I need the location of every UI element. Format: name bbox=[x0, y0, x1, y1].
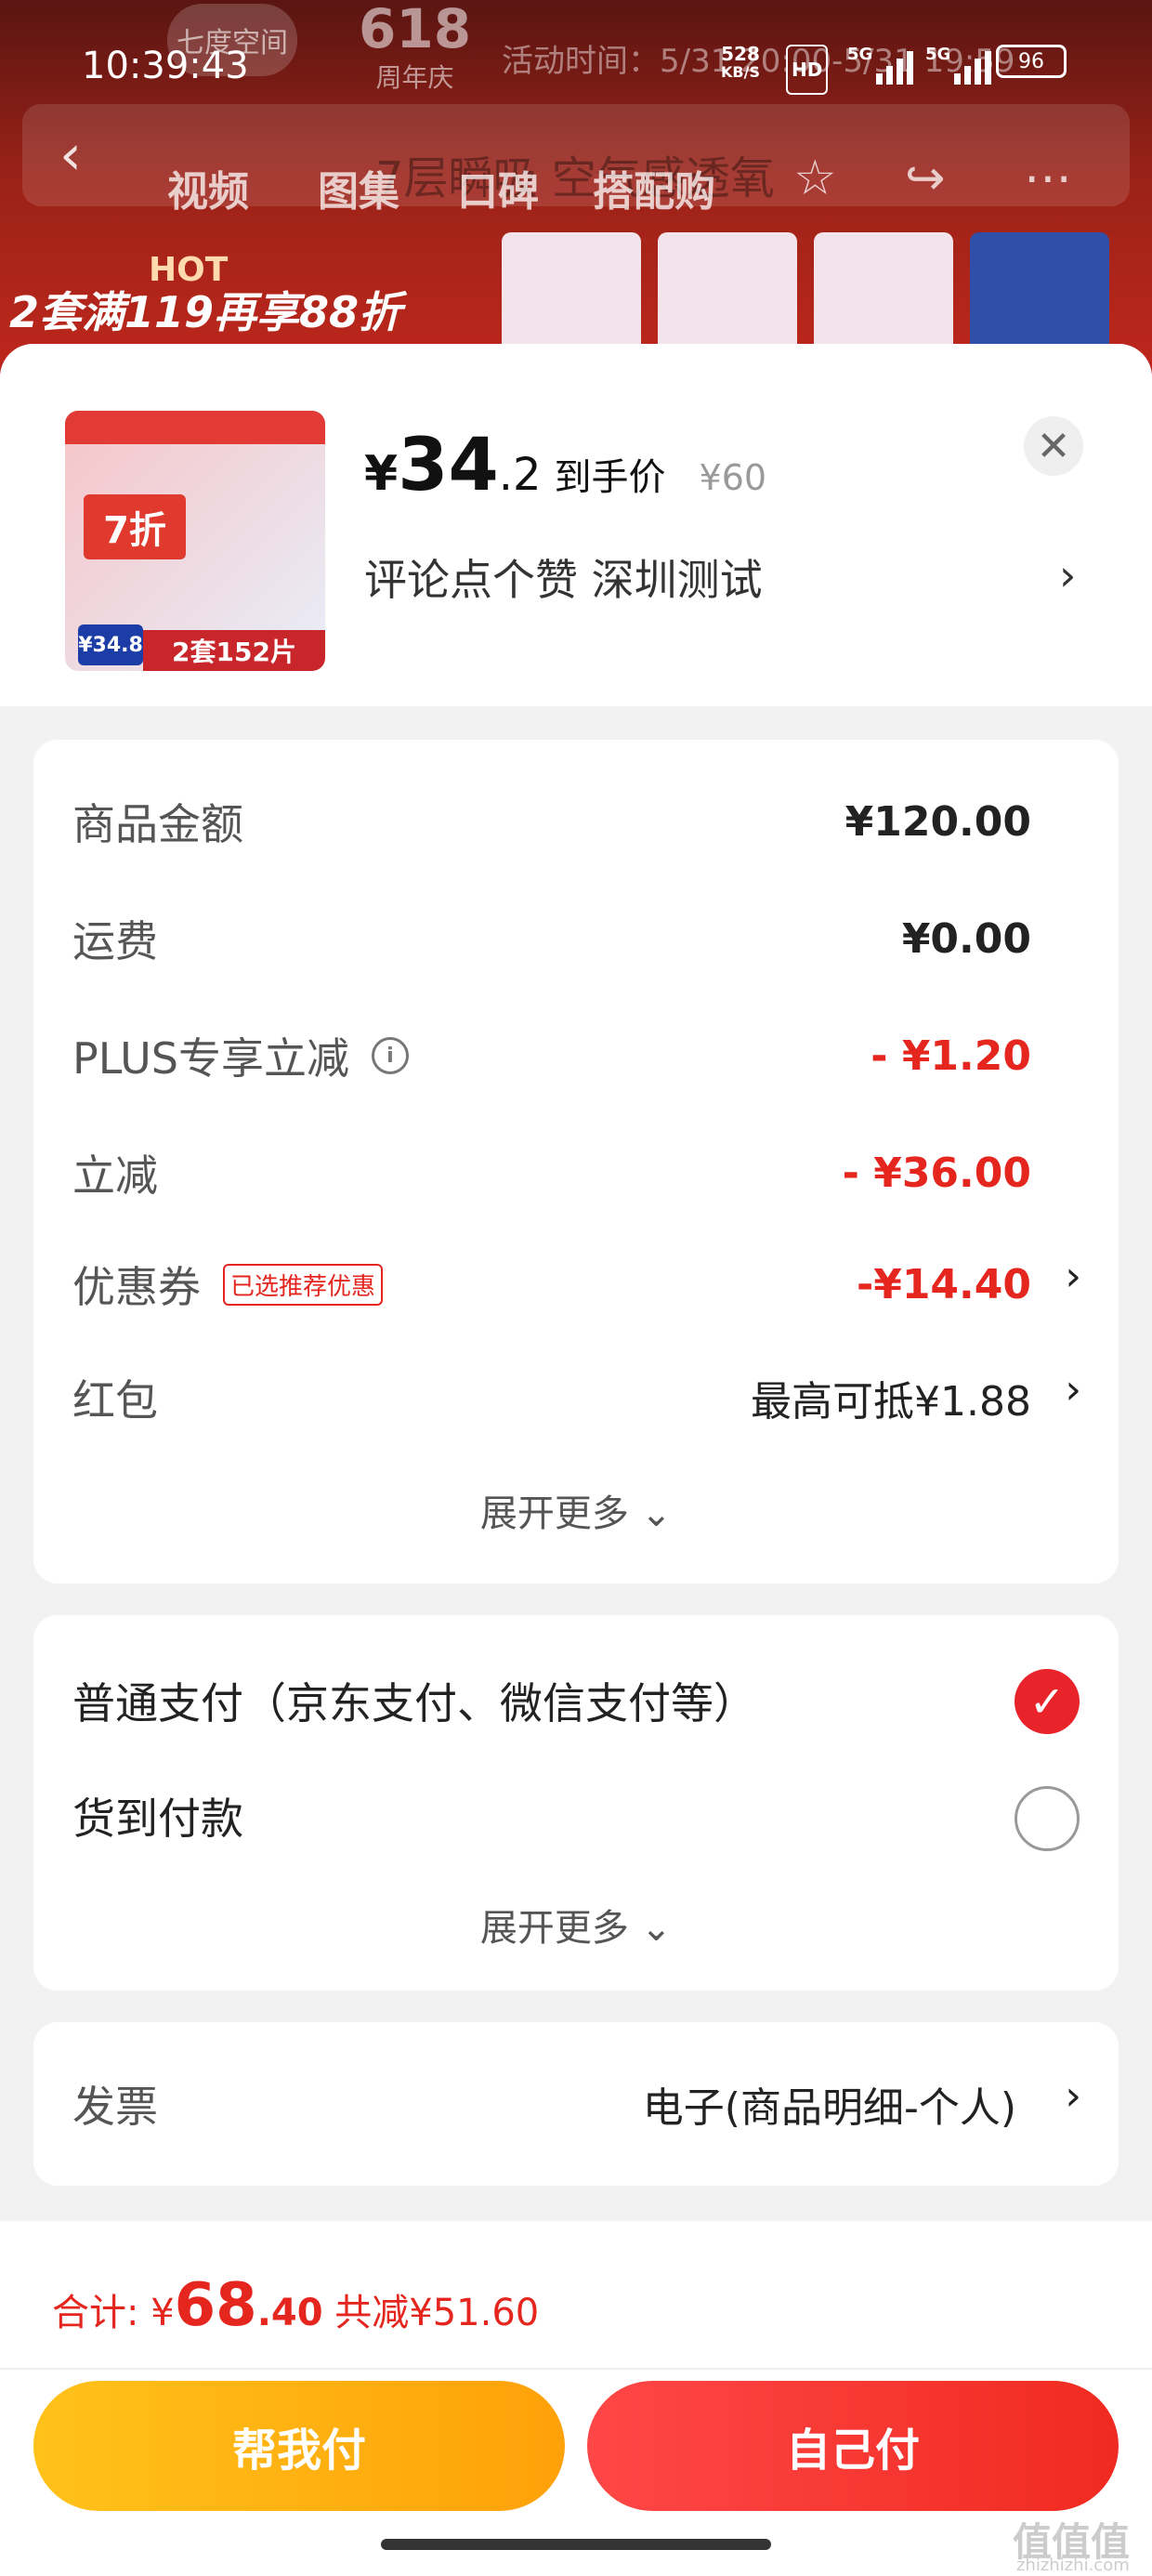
more-icon[interactable]: ⋯ bbox=[1024, 151, 1072, 206]
product-images-strip bbox=[502, 232, 1152, 362]
price-breakdown-card: 商品金额 ¥120.00 运费 ¥0.00 PLUS专享立减 i - ¥1.20 … bbox=[33, 740, 1119, 1584]
star-icon[interactable]: ☆ bbox=[793, 151, 837, 206]
chevron-right-icon[interactable]: › bbox=[1059, 550, 1076, 600]
product-pack-image bbox=[658, 232, 797, 362]
row-shipping: 运费 ¥0.00 bbox=[72, 914, 1031, 967]
row-instant-discount: 立减 - ¥36.00 bbox=[72, 1149, 1031, 1202]
row-red-packet[interactable]: 红包 最高可抵¥1.88 bbox=[72, 1370, 1031, 1426]
product-summary: 7折 ¥34.8 2套152片 ¥34.2 到手价 ¥60 评论点个赞 深圳测试 › bbox=[0, 344, 1152, 706]
payment-method-card: 普通支付（京东支付、微信支付等） ✓ 货到付款 展开更多 ⌄ bbox=[33, 1615, 1119, 1991]
row-coupon[interactable]: 优惠券 已选推荐优惠 -¥14.40 bbox=[72, 1256, 1031, 1313]
invoice-card[interactable]: 发票 电子(商品明细-个人) › bbox=[33, 2022, 1119, 2186]
product-thumbnail: 7折 ¥34.8 2套152片 bbox=[65, 411, 325, 671]
battery-icon: 96 bbox=[996, 45, 1067, 78]
total-amount: 合计: ¥68.40 共减¥51.60 bbox=[52, 2271, 540, 2340]
self-pay-button[interactable]: 自己付 bbox=[587, 2381, 1119, 2511]
tab-gallery[interactable]: 图集 bbox=[318, 158, 399, 217]
row-plus-discount: PLUS专享立减 i - ¥1.20 bbox=[72, 1032, 1031, 1084]
chevron-down-icon: ⌄ bbox=[640, 1492, 673, 1535]
checkmark-icon[interactable]: ✓ bbox=[1015, 1669, 1080, 1734]
chevron-down-icon: ⌄ bbox=[640, 1907, 673, 1950]
watermark-site: zhizhizhi.com bbox=[1016, 2556, 1130, 2575]
anniversary-badge: 618 周年庆 bbox=[359, 0, 472, 93]
close-icon[interactable]: ✕ bbox=[1024, 416, 1083, 476]
payment-option-standard[interactable]: 普通支付（京东支付、微信支付等） bbox=[72, 1673, 998, 1728]
payment-option-cod[interactable]: 货到付款 bbox=[72, 1788, 998, 1844]
product-pack-image bbox=[970, 232, 1109, 362]
recommended-tag: 已选推荐优惠 bbox=[223, 1263, 384, 1306]
brand-logo: 七度空间 bbox=[167, 4, 297, 76]
chevron-right-icon[interactable]: › bbox=[1065, 2072, 1081, 2120]
radio-button[interactable] bbox=[1015, 1786, 1080, 1851]
expand-more-button[interactable]: 展开更多 ⌄ bbox=[33, 1483, 1119, 1537]
row-goods-amount: 商品金额 ¥120.00 bbox=[72, 797, 1031, 850]
chevron-right-icon[interactable]: › bbox=[1065, 1366, 1081, 1413]
selected-spec[interactable]: 评论点个赞 深圳测试 bbox=[364, 546, 763, 608]
product-pack-image bbox=[814, 232, 953, 362]
tab-reviews[interactable]: 口碑 bbox=[457, 158, 539, 217]
chevron-right-icon[interactable]: › bbox=[1065, 1253, 1081, 1300]
product-pack-image bbox=[502, 232, 641, 362]
tab-video[interactable]: 视频 bbox=[167, 158, 249, 217]
help-pay-button[interactable]: 帮我付 bbox=[33, 2381, 565, 2511]
divider bbox=[0, 2368, 1152, 2370]
home-indicator[interactable] bbox=[381, 2539, 771, 2550]
row-invoice[interactable]: 发票 电子(商品明细-个人) bbox=[72, 2076, 1016, 2132]
total-saved: 共减¥51.60 bbox=[322, 2292, 540, 2334]
back-arrow-icon[interactable]: ‹ bbox=[59, 123, 82, 188]
original-price: ¥60 bbox=[699, 457, 767, 498]
promo-banner: HOT 2套满119再享88折 bbox=[9, 251, 402, 337]
network-speed: 528 KB/S bbox=[721, 43, 760, 81]
signal-icon: 5G bbox=[847, 45, 914, 91]
product-nav-bar: ‹ 7层瞬吸 空气感透氧 视频 图集 口碑 搭配购 ☆ ↪ ⋯ bbox=[22, 104, 1130, 216]
checkout-footer: 合计: ¥68.40 共减¥51.60 帮我付 自己付 值值值 zhizhizh… bbox=[0, 2221, 1152, 2576]
info-icon[interactable]: i bbox=[371, 1037, 409, 1074]
status-bar: 10:39:43 七度空间 618 周年庆 活动时间：5/31 20:00-5/… bbox=[0, 0, 1152, 121]
tab-bundle[interactable]: 搭配购 bbox=[593, 158, 715, 217]
hd-voice-icon: HD bbox=[786, 45, 829, 95]
share-icon[interactable]: ↪ bbox=[905, 151, 946, 206]
signal-icon: 5G bbox=[925, 45, 992, 91]
expand-more-button[interactable]: 展开更多 ⌄ bbox=[33, 1898, 1119, 1952]
final-price: ¥34.2 到手价 ¥60 bbox=[364, 424, 767, 507]
